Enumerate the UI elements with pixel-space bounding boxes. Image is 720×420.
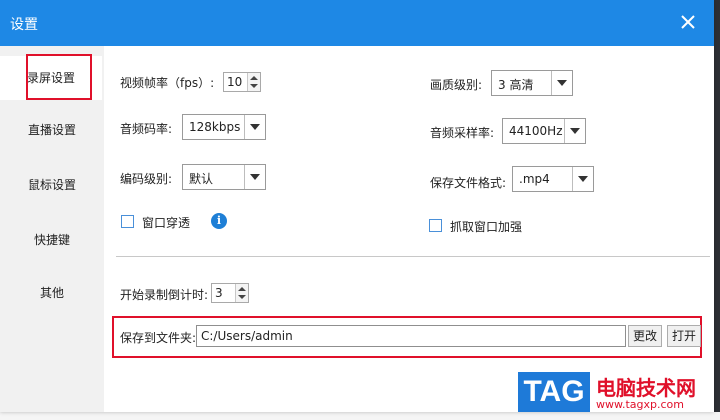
stepper-arrows[interactable]: [247, 73, 260, 91]
sidebar-item-label: 鼠标设置: [27, 178, 76, 192]
arrow-up-icon[interactable]: [238, 287, 246, 291]
encode-level-value: 默认: [189, 172, 214, 186]
countdown-label: 开始录制倒计时:: [120, 288, 209, 302]
audio-bitrate-select[interactable]: 128kbps: [182, 114, 266, 140]
title-bar: 设置: [0, 0, 714, 46]
file-format-select[interactable]: .mp4: [512, 166, 594, 192]
sidebar-item-live-settings[interactable]: 直播设置: [0, 108, 104, 152]
fps-stepper[interactable]: 10: [223, 72, 261, 92]
file-format-value: .mp4: [519, 172, 550, 186]
window-transparent-checkbox[interactable]: [121, 215, 134, 228]
encode-level-label: 编码级别:: [120, 172, 173, 186]
quality-value: 3 高清: [498, 78, 534, 92]
audio-bitrate-value: 128kbps: [189, 120, 241, 134]
sample-rate-select[interactable]: 44100Hz: [502, 118, 586, 144]
divider: [116, 256, 710, 257]
sample-rate-value: 44100Hz: [509, 124, 563, 138]
close-icon[interactable]: [678, 12, 698, 32]
chevron-down-icon[interactable]: [572, 167, 593, 191]
site-watermark: TAG 电脑技术网 www.tagxp.com: [512, 368, 714, 412]
open-folder-button[interactable]: 打开: [667, 325, 701, 347]
encode-level-select[interactable]: 默认: [182, 164, 266, 190]
watermark-logo: TAG: [518, 372, 590, 412]
quality-label: 画质级别:: [430, 78, 483, 92]
arrow-down-icon[interactable]: [250, 84, 258, 88]
sidebar-item-shortcuts[interactable]: 快捷键: [0, 218, 104, 262]
sidebar-item-label: 直播设置: [27, 123, 76, 137]
active-item-highlight: [26, 54, 92, 100]
save-folder-label: 保存到文件夹:: [120, 331, 197, 345]
countdown-value: 3: [215, 286, 223, 300]
sidebar-item-mouse-settings[interactable]: 鼠标设置: [0, 163, 104, 207]
capture-enhance-checkbox[interactable]: [429, 219, 442, 232]
chevron-down-icon[interactable]: [244, 165, 265, 189]
sidebar: 录屏设置 直播设置 鼠标设置 快捷键 其他: [0, 46, 104, 412]
sidebar-item-other[interactable]: 其他: [0, 271, 104, 315]
fps-label: 视频帧率（fps）:: [120, 76, 215, 90]
sidebar-item-label: 其他: [39, 286, 64, 300]
background-strip: [0, 412, 720, 420]
chevron-down-icon[interactable]: [551, 71, 572, 95]
settings-dialog: 设置 录屏设置 直播设置 鼠标设置 快捷键 其他 视频帧率（fps）: 10 画…: [0, 0, 714, 412]
arrow-down-icon[interactable]: [238, 295, 246, 299]
save-folder-input[interactable]: C:/Users/admin: [196, 325, 626, 347]
stepper-arrows[interactable]: [235, 284, 248, 302]
watermark-url: www.tagxp.com: [596, 398, 684, 411]
fps-value: 10: [227, 75, 243, 89]
chevron-down-icon[interactable]: [564, 119, 585, 143]
background-window-edge: [714, 0, 720, 420]
arrow-up-icon[interactable]: [250, 76, 258, 80]
info-icon[interactable]: i: [211, 213, 227, 229]
capture-enhance-label: 抓取窗口加强: [450, 220, 523, 234]
countdown-stepper[interactable]: 3: [211, 283, 249, 303]
sidebar-item-label: 快捷键: [33, 233, 70, 247]
dialog-title: 设置: [10, 17, 38, 33]
chevron-down-icon[interactable]: [244, 115, 265, 139]
sample-rate-label: 音频采样率:: [430, 126, 495, 140]
save-folder-path: C:/Users/admin: [201, 329, 293, 343]
file-format-label: 保存文件格式:: [430, 176, 507, 190]
record-settings-panel: 视频帧率（fps）: 10 画质级别: 3 高清 音频码率: 128kbps 音…: [104, 46, 714, 412]
change-folder-button[interactable]: 更改: [628, 325, 662, 347]
audio-bitrate-label: 音频码率:: [120, 122, 173, 136]
window-transparent-label: 窗口穿透: [142, 216, 191, 230]
watermark-site-name: 电脑技术网: [596, 376, 696, 400]
quality-select[interactable]: 3 高清: [491, 70, 573, 96]
